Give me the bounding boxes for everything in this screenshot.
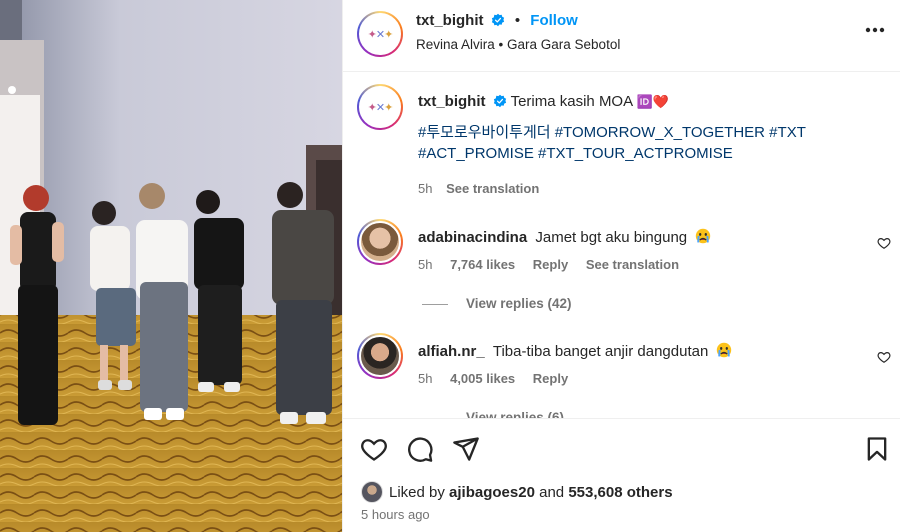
caption-username[interactable]: txt_bighit xyxy=(418,93,486,110)
liker-username[interactable]: ajibagoes20 xyxy=(449,484,535,501)
like-comment-heart-icon[interactable] xyxy=(877,350,891,364)
caption: txt_bighit Terima kasih MOA 🆔❤️ #투모로우바이투… xyxy=(418,91,848,164)
reply-button[interactable]: Reply xyxy=(533,257,568,272)
replies-divider xyxy=(422,303,448,305)
caption-hashtags[interactable]: #투모로우바이투게더 #TOMORROW_X_TOGETHER #TXT #AC… xyxy=(418,122,848,164)
hashtags-line-2[interactable]: #ACT_PROMISE #TXT_TOUR_ACTPROMISE xyxy=(418,143,848,164)
view-replies-button[interactable]: View replies (42) xyxy=(422,296,572,311)
bookmark-icon[interactable] xyxy=(863,435,891,463)
comment-username[interactable]: alfiah.nr_ xyxy=(418,343,485,360)
heart-icon[interactable] xyxy=(360,435,388,463)
likes-count[interactable]: 553,608 others xyxy=(568,484,672,501)
verified-icon xyxy=(491,13,504,27)
post-photo[interactable] xyxy=(0,0,342,532)
caption-time: 5h xyxy=(418,181,433,196)
post-header: ✦✕✦ txt_bighit • Follow Revina Alvira • … xyxy=(343,0,900,72)
post-details-panel: ✦✕✦ txt_bighit • Follow Revina Alvira • … xyxy=(342,0,900,532)
like-comment-heart-icon[interactable] xyxy=(877,236,891,250)
view-replies-button[interactable]: View replies (6) xyxy=(422,410,564,418)
reply-button[interactable]: Reply xyxy=(533,371,568,386)
crying-face-icon xyxy=(696,228,711,244)
verified-icon xyxy=(493,94,506,108)
header-username[interactable]: txt_bighit xyxy=(416,12,484,29)
audio-location-line[interactable]: Revina Alvira • Gara Gara Sebotol xyxy=(416,37,620,52)
comment-likes[interactable]: 4,005 likes xyxy=(450,371,515,386)
see-translation-button[interactable]: See translation xyxy=(446,181,539,196)
view-replies-label: View replies (42) xyxy=(466,296,572,311)
liker-avatar[interactable] xyxy=(361,481,383,503)
crying-face-icon xyxy=(717,342,732,358)
comment-text: Tiba-tiba banget anjir dangdutan xyxy=(492,343,709,360)
post-actions-bar: Liked by ajibagoes20 and 553,608 others … xyxy=(343,418,900,532)
comment-text: Jamet bgt aku bingung xyxy=(535,229,688,246)
caption-avatar[interactable]: ✦✕✦ xyxy=(357,84,403,130)
more-icon xyxy=(865,27,885,33)
follow-button[interactable]: Follow xyxy=(530,12,578,29)
view-replies-label: View replies (6) xyxy=(466,410,565,418)
post-timestamp[interactable]: 5 hours ago xyxy=(361,507,430,522)
txt-logo-icon: ✦✕✦ xyxy=(367,27,394,41)
more-options-button[interactable] xyxy=(863,18,887,42)
comment-likes[interactable]: 7,764 likes xyxy=(450,257,515,272)
profile-avatar[interactable]: ✦✕✦ xyxy=(357,11,403,57)
caption-meta: 5h See translation xyxy=(418,181,539,196)
commenter-avatar[interactable] xyxy=(357,333,403,379)
share-icon[interactable] xyxy=(452,435,480,463)
separator-dot: • xyxy=(514,12,521,29)
liked-by-prefix: Liked by xyxy=(389,483,445,501)
comment-icon[interactable] xyxy=(406,435,434,463)
comments-scroll-area[interactable]: ✦✕✦ txt_bighit Terima kasih MOA 🆔❤️ #투모로… xyxy=(343,73,900,418)
comment-time: 5h xyxy=(418,257,433,272)
caption-text: Terima kasih MOA xyxy=(510,93,633,110)
commenter-avatar[interactable] xyxy=(357,219,403,265)
caption-emoji: 🆔❤️ xyxy=(636,94,669,109)
comment-username[interactable]: adabinacindina xyxy=(418,229,527,246)
liked-by-and: and xyxy=(539,483,565,501)
comment-time: 5h xyxy=(418,371,433,386)
likes-summary: Liked by ajibagoes20 and 553,608 others xyxy=(361,481,673,503)
see-translation-button[interactable]: See translation xyxy=(586,257,679,272)
hashtags-line-1[interactable]: #투모로우바이투게더 #TOMORROW_X_TOGETHER #TXT xyxy=(418,122,848,143)
txt-logo-icon: ✦✕✦ xyxy=(367,100,394,114)
